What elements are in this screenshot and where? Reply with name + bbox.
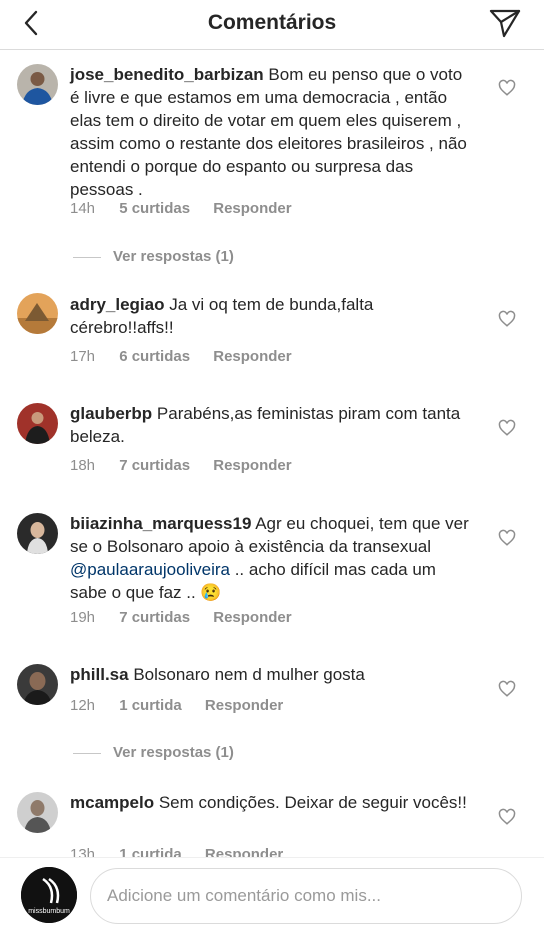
- likes-count[interactable]: 6 curtidas: [119, 348, 190, 365]
- comment-content: Sem condições. Deixar de seguir vocês!!: [158, 793, 467, 812]
- comment-text: mcampelo Sem condições. Deixar de seguir…: [70, 791, 470, 814]
- comment-meta: 12h 1 curtida Responder: [70, 697, 302, 714]
- comment-content: Bom eu penso que o voto é livre e que es…: [70, 65, 467, 199]
- comment-text: phill.sa Bolsonaro nem d mulher gosta: [70, 663, 470, 686]
- like-button[interactable]: [498, 310, 516, 328]
- comment-composer: missbumbum: [0, 857, 544, 933]
- like-button[interactable]: [498, 808, 516, 826]
- heart-outline-icon: [498, 808, 516, 825]
- header-bar: Comentários: [0, 0, 544, 50]
- heart-outline-icon: [498, 79, 516, 96]
- missbumbum-logo: missbumbum: [21, 867, 77, 923]
- heart-outline-icon: [498, 419, 516, 436]
- mention-link[interactable]: @paulaaraujooliveira: [70, 560, 230, 579]
- like-button[interactable]: [498, 680, 516, 698]
- heart-outline-icon: [498, 529, 516, 546]
- comment-meta: 17h 6 curtidas Responder: [70, 348, 311, 365]
- likes-count[interactable]: 7 curtidas: [119, 609, 190, 626]
- heart-outline-icon: [498, 680, 516, 697]
- reply-button[interactable]: Responder: [213, 348, 291, 365]
- likes-count[interactable]: 7 curtidas: [119, 457, 190, 474]
- likes-count[interactable]: 5 curtidas: [119, 200, 190, 217]
- comment-meta: 18h 7 curtidas Responder: [70, 457, 311, 474]
- likes-count[interactable]: 1 curtida: [119, 846, 182, 857]
- comment-username[interactable]: biiazinha_marquess19: [70, 514, 251, 533]
- like-button[interactable]: [498, 529, 516, 547]
- comment-time: 18h: [70, 457, 96, 474]
- view-replies-label: Ver respostas (1): [113, 248, 234, 265]
- reply-button[interactable]: Responder: [205, 697, 283, 714]
- view-replies-label: Ver respostas (1): [113, 744, 234, 761]
- comment-username[interactable]: phill.sa: [70, 665, 129, 684]
- send-button[interactable]: [488, 6, 522, 40]
- paper-plane-icon: [489, 9, 521, 38]
- replies-divider: [73, 752, 101, 754]
- avatar[interactable]: [17, 513, 58, 554]
- like-button[interactable]: [498, 419, 516, 437]
- reply-button[interactable]: Responder: [213, 200, 291, 217]
- comment-text: biiazinha_marquess19 Agr eu choquei, tem…: [70, 512, 470, 604]
- view-replies-button[interactable]: Ver respostas (1): [73, 744, 234, 761]
- heart-outline-icon: [498, 310, 516, 327]
- reply-button[interactable]: Responder: [213, 609, 291, 626]
- comment-content: Bolsonaro nem d mulher gosta: [133, 665, 365, 684]
- page-title: Comentários: [207, 11, 337, 34]
- avatar[interactable]: [17, 403, 58, 444]
- avatar[interactable]: [17, 64, 58, 105]
- reply-button[interactable]: Responder: [213, 457, 291, 474]
- comment-time: 12h: [70, 697, 96, 714]
- comment-meta: 13h 1 curtida Responder: [70, 846, 302, 857]
- comment-username[interactable]: glauberbp: [70, 404, 152, 423]
- comments-list[interactable]: jose_benedito_barbizan Bom eu penso que …: [0, 51, 544, 857]
- comment-username[interactable]: mcampelo: [70, 793, 154, 812]
- comment-time: 14h: [70, 200, 96, 217]
- comment-text: jose_benedito_barbizan Bom eu penso que …: [70, 63, 470, 201]
- comment-time: 13h: [70, 846, 96, 857]
- avatar[interactable]: [17, 792, 58, 833]
- comment-time: 19h: [70, 609, 96, 626]
- comment-text: glauberbp Parabéns,as feministas piram c…: [70, 402, 470, 448]
- reply-button[interactable]: Responder: [205, 846, 283, 857]
- like-button[interactable]: [498, 79, 516, 97]
- comment-text: adry_legiao Ja vi oq tem de bunda,falta …: [70, 293, 470, 339]
- replies-divider: [73, 256, 101, 258]
- comment-input[interactable]: [90, 868, 522, 924]
- comment-meta: 19h 7 curtidas Responder: [70, 609, 311, 626]
- svg-text:missbumbum: missbumbum: [28, 908, 70, 915]
- comment-username[interactable]: adry_legiao: [70, 295, 165, 314]
- comment-meta: 14h 5 curtidas Responder: [70, 200, 311, 217]
- comment-time: 17h: [70, 348, 96, 365]
- avatar[interactable]: [17, 664, 58, 705]
- view-replies-button[interactable]: Ver respostas (1): [73, 248, 234, 265]
- comment-username[interactable]: jose_benedito_barbizan: [70, 65, 264, 84]
- likes-count[interactable]: 1 curtida: [119, 697, 182, 714]
- avatar[interactable]: [17, 293, 58, 334]
- user-avatar: missbumbum: [21, 867, 77, 923]
